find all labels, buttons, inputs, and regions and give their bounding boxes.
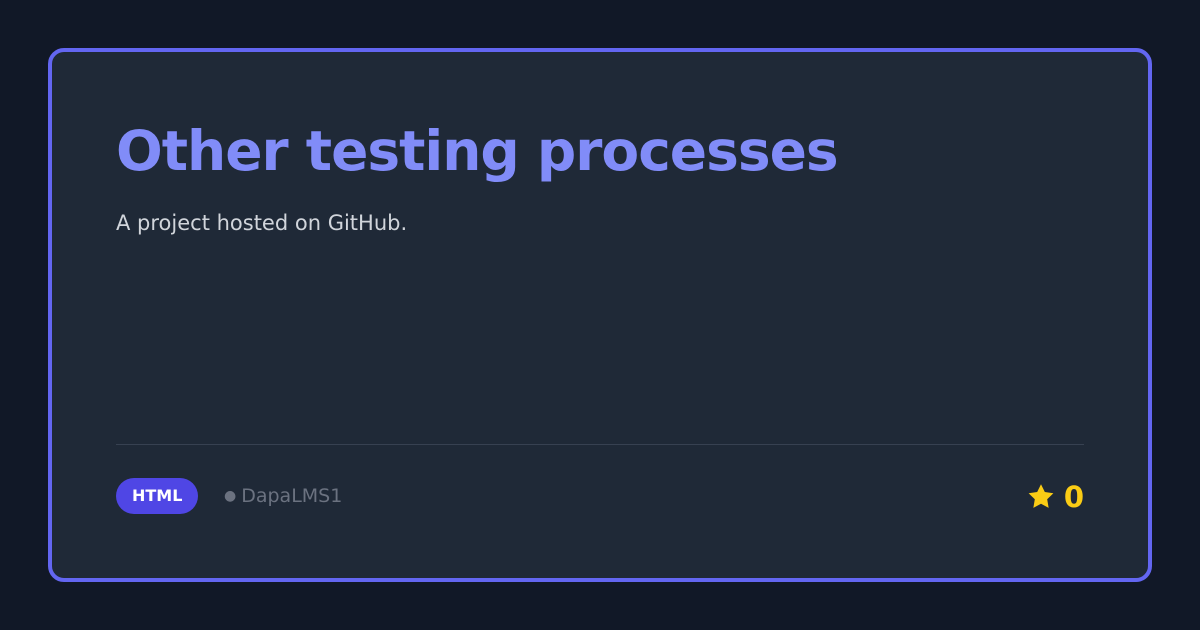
repository-title: Other testing processes xyxy=(116,119,839,183)
owner-name: DapaLMS1 xyxy=(241,485,343,507)
repository-owner: ● DapaLMS1 xyxy=(224,485,342,507)
star-count: 0 xyxy=(1063,480,1084,514)
repository-description: A project hosted on GitHub. xyxy=(116,211,408,235)
owner-bullet: ● xyxy=(224,488,237,504)
language-badge: HTML xyxy=(116,478,199,514)
star-icon xyxy=(1026,482,1056,512)
repository-card: Other testing processes A project hosted… xyxy=(48,48,1152,582)
card-divider xyxy=(116,444,1084,445)
star-count-group: 0 xyxy=(1026,480,1084,514)
